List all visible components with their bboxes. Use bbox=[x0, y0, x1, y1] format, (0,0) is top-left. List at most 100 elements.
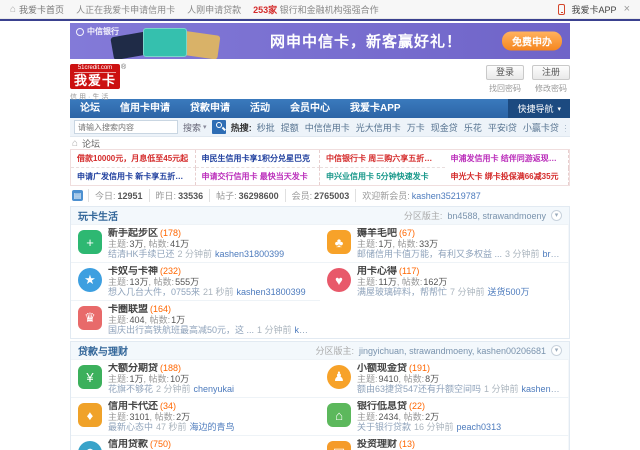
last-post[interactable]: 邮储信用卡值万能，有利又多权益 ...3 分钟前breeze bbox=[357, 249, 561, 259]
forum-threads: 3万 bbox=[130, 239, 144, 249]
last-post[interactable]: 满屋玻璃碎料，帮帮忙7 分钟前送货500万 bbox=[357, 287, 530, 297]
forum-posts: 1万 bbox=[171, 315, 185, 325]
forum-item[interactable]: ¥ 大额分期贷(188) 主题:1万帖数:10万 花旗不够花2 分钟前cheny… bbox=[71, 359, 320, 397]
announcement-link[interactable]: 中信银行卡 周三购六享五折优惠 bbox=[320, 150, 445, 168]
nav-item[interactable]: 我爱卡APP bbox=[340, 99, 411, 118]
announcement-link[interactable]: 申请交行信用卡 最快当天发卡 bbox=[196, 168, 321, 185]
forum-threads: 1万 bbox=[130, 374, 144, 384]
announcement-link[interactable]: 申民生信用卡享1积分兑星巴克 bbox=[196, 150, 321, 168]
close-icon[interactable]: × bbox=[624, 3, 630, 15]
login-button[interactable]: 登录 bbox=[486, 65, 524, 80]
last-post[interactable]: 花旗不够花2 分钟前chenyukai bbox=[108, 384, 234, 394]
breadcrumb-home-icon[interactable]: ⌂ bbox=[72, 138, 78, 149]
site-logo[interactable]: 51credit.com 我爱卡 ® 信用·生活 bbox=[70, 64, 126, 102]
hot-tag[interactable]: 中信信用卡 bbox=[305, 121, 350, 134]
hot-tag[interactable]: 提额 bbox=[281, 121, 299, 134]
search-input[interactable] bbox=[74, 120, 178, 134]
nav-item[interactable]: 贷款申请 bbox=[180, 99, 240, 118]
forum-title[interactable]: 用卡心得(117) bbox=[357, 266, 530, 277]
hot-tag[interactable]: 现金贷 bbox=[431, 121, 458, 134]
forum-title[interactable]: 卡圈联盟(164) bbox=[108, 304, 313, 315]
collapse-toggle-icon[interactable]: ▾ bbox=[551, 210, 562, 221]
hot-tag[interactable]: 秒批 bbox=[257, 121, 275, 134]
topbar-home-link[interactable]: ⌂ 我爱卡首页 bbox=[10, 3, 64, 16]
section-moderators[interactable]: bn4588, strawandmoeny bbox=[447, 211, 546, 221]
app-link[interactable]: 我爱卡APP bbox=[572, 3, 617, 16]
last-post-title: 国庆出行高铁航班最高减50元，这 ... bbox=[108, 325, 254, 335]
last-post[interactable]: 额由63捷贷547还有升额空间吗1 分钟前kashen34561196 bbox=[357, 384, 561, 394]
search-scope-select[interactable]: 搜索 ▾ bbox=[183, 121, 207, 134]
hot-tag[interactable]: 万卡 bbox=[407, 121, 425, 134]
breadcrumb-item-forum[interactable]: 论坛 bbox=[82, 137, 100, 150]
partner-count: 253家 bbox=[253, 5, 277, 15]
last-post[interactable]: 结清HK手续已还2 分钟前kashen31800399 bbox=[108, 249, 284, 259]
forum-item[interactable]: ★ 卡奴与卡神(232) 主题:13万帖数:555万 想入几台大件，0755来2… bbox=[71, 262, 320, 300]
forum-title[interactable]: 信用贷款(750) bbox=[108, 439, 248, 450]
forum-item[interactable]: ▤ 投资理财(13) 主题:2013帖数:2万 信用卡理财，美好的事这么多1 小… bbox=[320, 435, 569, 450]
announcement-link[interactable]: 申浦发信用卡 结伴同游返现万元 bbox=[445, 150, 570, 168]
hot-tag[interactable]: 拉卡拉 bbox=[565, 121, 566, 134]
forum-title[interactable]: 小额现金贷(191) bbox=[357, 363, 561, 374]
forum-title[interactable]: 卡奴与卡神(232) bbox=[108, 266, 306, 277]
forum-title[interactable]: 银行低息贷(22) bbox=[357, 401, 501, 412]
forum-title[interactable]: 薅羊毛吧(67) bbox=[357, 228, 561, 239]
new-member-link[interactable]: kashen35219787 bbox=[412, 191, 481, 201]
forum-title[interactable]: 新手起步区(178) bbox=[108, 228, 284, 239]
nav-item[interactable]: 活动 bbox=[240, 99, 280, 118]
banner-apply-button[interactable]: 免费申办 bbox=[502, 32, 562, 51]
forum-stats: 主题:2434帖数:2万 bbox=[357, 412, 501, 422]
forum-item[interactable]: ♟ 小额现金贷(191) 主题:9410帖数:8万 额由63捷贷547还有升额空… bbox=[320, 359, 569, 397]
forum-title[interactable]: 大额分期贷(188) bbox=[108, 363, 234, 374]
forum-item[interactable]: ⌂ 银行低息贷(22) 主题:2434帖数:2万 关于银行贷款16 分钟前pea… bbox=[320, 397, 569, 435]
last-post[interactable]: 想入几台大件，0755来21 秒前kashen31800399 bbox=[108, 287, 306, 297]
forum-posts: 2万 bbox=[176, 412, 190, 422]
forum-title[interactable]: 信用卡代还(34) bbox=[108, 401, 235, 412]
nav-item[interactable]: 会员中心 bbox=[280, 99, 340, 118]
forum-info: 大额分期贷(188) 主题:1万帖数:10万 花旗不够花2 分钟前chenyuk… bbox=[108, 363, 234, 394]
section-header: 玩卡生活 分区版主: bn4588, strawandmoeny ▾ bbox=[71, 207, 569, 224]
announcement-link[interactable]: 申兴业信用卡 5分钟快速发卡 bbox=[320, 168, 445, 185]
register-button[interactable]: 注册 bbox=[532, 65, 570, 80]
forum-item[interactable]: ♥ 用卡心得(117) 主题:11万帖数:162万 满屋玻璃碎料，帮帮忙7 分钟… bbox=[320, 262, 569, 300]
hot-tag[interactable]: 小赢卡贷 bbox=[523, 121, 559, 134]
last-post[interactable]: 关于银行贷款16 分钟前peach0313 bbox=[357, 422, 501, 432]
announcement-link[interactable]: 申光大卡 绑卡投保满66减35元 bbox=[445, 168, 570, 185]
forum-title[interactable]: 投资理财(13) bbox=[357, 439, 560, 450]
announcement-link[interactable]: 借款10000元，月息低至45元起 bbox=[71, 150, 196, 168]
forum-item[interactable]: $ 信用贷款(750) 主题:50万帖数:472万 巴士卡全问题2 秒前人在江湖… bbox=[71, 435, 320, 450]
forum-item[interactable]: ♣ 薅羊毛吧(67) 主题:1万帖数:33万 邮储信用卡值万能，有利又多权益 .… bbox=[320, 224, 569, 262]
change-password-link[interactable]: 修改密码 bbox=[535, 83, 567, 94]
divider-line bbox=[0, 19, 640, 21]
hot-tag[interactable]: 乐花 bbox=[464, 121, 482, 134]
last-post-user: chenyukai bbox=[194, 384, 235, 394]
ad-banner[interactable]: 中信银行 网申中信卡，新客赢好礼！ 免费申办 bbox=[70, 23, 570, 59]
card-image bbox=[143, 28, 187, 57]
section-header-right: 分区版主: bn4588, strawandmoeny ▾ bbox=[404, 209, 562, 222]
chevron-down-icon: ▾ bbox=[203, 123, 207, 131]
search-button[interactable] bbox=[212, 120, 226, 134]
logo-slogan: 信用·生活 bbox=[70, 92, 126, 102]
forum-posts: 41万 bbox=[170, 239, 189, 249]
section-title[interactable]: 贷款与理财 bbox=[78, 343, 128, 358]
last-post-title: 最新心态中 bbox=[108, 422, 153, 432]
forum-icon: ⌂ bbox=[327, 403, 351, 427]
forum-item[interactable]: ♦ 信用卡代还(34) 主题:3101帖数:2万 最新心态中47 秒前海边的青鸟 bbox=[71, 397, 320, 435]
collapse-toggle-icon[interactable]: ▾ bbox=[551, 345, 562, 356]
find-password-link[interactable]: 找回密码 bbox=[489, 83, 521, 94]
hot-tag[interactable]: 平安i贷 bbox=[488, 121, 517, 134]
quick-nav-label: 快捷导航 bbox=[517, 102, 553, 115]
forum-item[interactable]: ♛ 卡圈联盟(164) 主题:404帖数:1万 国庆出行高铁航班最高减50元，这… bbox=[71, 300, 320, 338]
hot-tag[interactable]: 光大信用卡 bbox=[356, 121, 401, 134]
forum-item[interactable]: + 新手起步区(178) 主题:3万帖数:41万 结清HK手续已还2 分钟前ka… bbox=[71, 224, 320, 262]
last-post[interactable]: 国庆出行高铁航班最高减50元，这 ...1 分钟前kashen24380440 bbox=[108, 325, 313, 335]
banner-headline: 网申中信卡，新客赢好礼！ bbox=[270, 31, 462, 52]
section-title[interactable]: 玩卡生活 bbox=[78, 208, 118, 223]
last-post[interactable]: 最新心态中47 秒前海边的青鸟 bbox=[108, 422, 235, 432]
announcement-link[interactable]: 申请广发信用卡 新卡享五折优惠 bbox=[71, 168, 196, 185]
forum-info: 信用卡代还(34) 主题:3101帖数:2万 最新心态中47 秒前海边的青鸟 bbox=[108, 401, 235, 432]
section-moderators[interactable]: jingyichuan, strawandmoeny, kashen002066… bbox=[359, 346, 546, 356]
section-card-life: 玩卡生活 分区版主: bn4588, strawandmoeny ▾ + 新手起… bbox=[70, 206, 570, 339]
moderators-label: 分区版主: bbox=[316, 344, 355, 357]
forum-new-count: (232) bbox=[160, 266, 181, 276]
quick-nav-button[interactable]: 快捷导航▾ bbox=[508, 99, 570, 118]
